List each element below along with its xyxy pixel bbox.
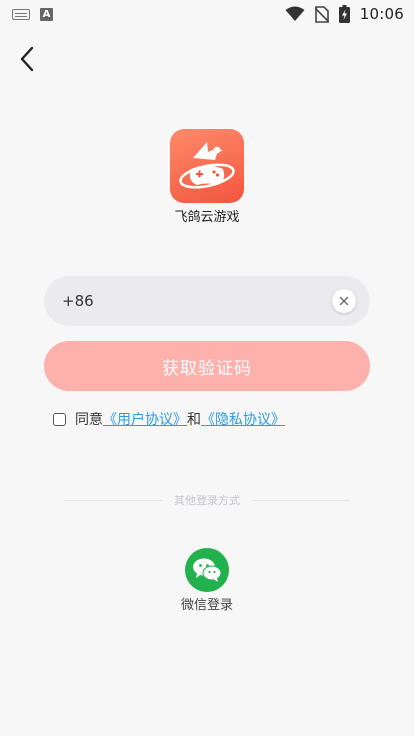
status-bar: A 10:06 — [0, 0, 414, 28]
wifi-icon — [285, 6, 305, 21]
agree-checkbox[interactable] — [53, 412, 66, 426]
agree-and: 和 — [187, 412, 201, 428]
country-code[interactable]: +86 — [62, 292, 94, 310]
clear-button[interactable] — [332, 289, 356, 313]
app-logo — [170, 129, 244, 203]
status-time: 10:06 — [359, 5, 404, 23]
agree-prefix: 同意 — [75, 412, 103, 428]
user-agreement-link[interactable]: 《用户协议》 — [103, 409, 187, 429]
app-name: 飞鸽云游戏 — [174, 210, 240, 225]
status-bar-left: A — [12, 7, 53, 21]
get-code-button[interactable]: 获取验证码 — [44, 341, 370, 391]
close-icon — [339, 296, 349, 306]
pigeon-planet-gamepad-logo — [170, 129, 244, 203]
agreement-row: 同意 《用户协议》 和 《隐私协议》 — [53, 409, 285, 429]
divider-line-right — [252, 499, 350, 501]
status-bar-right: 10:06 — [285, 5, 404, 23]
phone-field[interactable]: +86 — [44, 276, 370, 326]
back-button[interactable] — [12, 44, 42, 74]
a-notification-icon: A — [40, 7, 53, 21]
keyboard-icon — [12, 8, 30, 20]
privacy-agreement-link[interactable]: 《隐私协议》 — [201, 409, 285, 429]
phone-input[interactable] — [101, 292, 332, 310]
other-login-title: 其他登录方式 — [174, 494, 240, 507]
chevron-left-icon — [20, 46, 34, 72]
battery-charging-icon — [338, 5, 350, 23]
wechat-login-button[interactable] — [185, 548, 229, 592]
wechat-login-label: 微信登录 — [180, 598, 233, 613]
wechat-icon — [193, 558, 222, 582]
no-sim-icon — [314, 5, 329, 23]
other-login-divider: 其他登录方式 — [64, 492, 350, 508]
divider-line-left — [64, 499, 162, 501]
